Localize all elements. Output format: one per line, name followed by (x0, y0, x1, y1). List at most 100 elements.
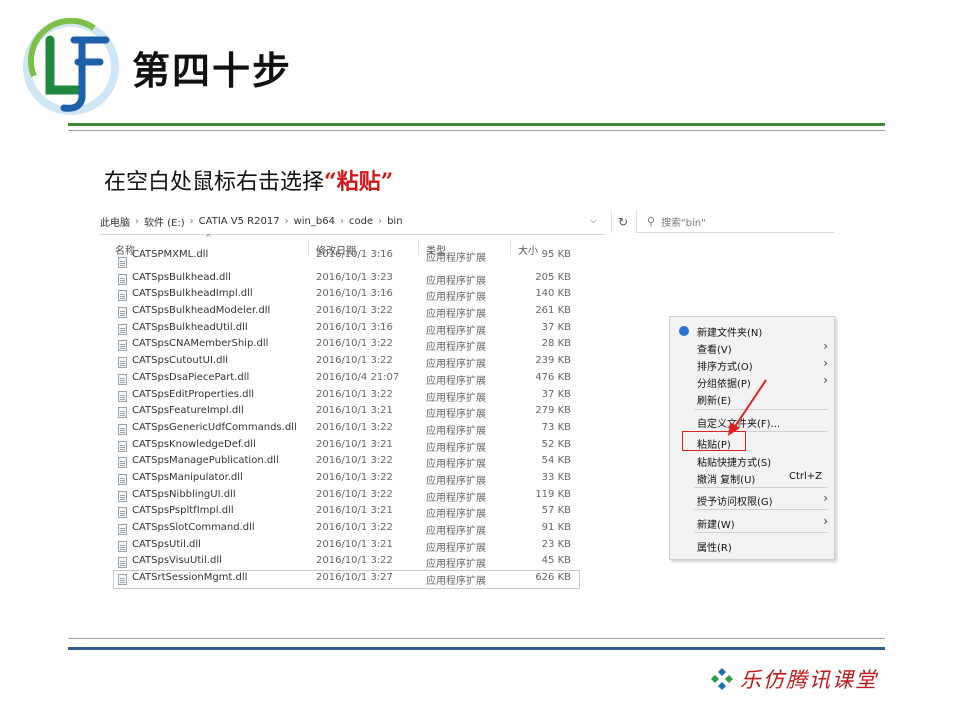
file-icon (118, 490, 127, 502)
file-row[interactable]: CATSpsVisuUtil.dll 2016/10/1 3:22 应用程序扩展 45… (114, 554, 579, 571)
instruction-prefix: 在空白处鼠标右击选择 (104, 170, 325, 195)
breadcrumb-separator: › (189, 215, 194, 227)
chevron-right-icon: › (823, 339, 828, 353)
file-size: 626 KB (535, 572, 571, 584)
breadcrumb-item[interactable]: win_b64 (294, 216, 335, 227)
file-type: 应用程序扩展 (426, 492, 486, 504)
file-date: 2016/10/1 3:21 (316, 405, 393, 417)
search-input[interactable]: ⚲ 搜索"bin" (636, 210, 834, 233)
file-icon (118, 574, 127, 586)
breadcrumb-separator: › (284, 215, 289, 227)
file-row[interactable]: CATSPMXML.dll 2016/10/1 3:16 应用程序扩展 95 KB (114, 249, 579, 271)
file-size: 37 KB (541, 321, 571, 333)
menu-divider (694, 509, 828, 510)
file-name: CATSpsVisuUtil.dll (132, 555, 222, 567)
file-row[interactable]: CATSrtSessionMgmt.dll 2016/10/1 3:27 应用程序扩… (113, 570, 580, 589)
file-row[interactable]: CATSpsBulkheadImpl.dll 2016/10/1 3:16 应用程序… (114, 287, 579, 304)
file-row[interactable]: CATSpsDsaPiecePart.dll 2016/10/4 21:07 应用程… (114, 371, 579, 388)
file-name: CATSpsUtil.dll (132, 538, 201, 550)
refresh-icon[interactable]: ↻ (611, 211, 634, 233)
file-type: 应用程序扩展 (426, 475, 486, 487)
file-row[interactable]: CATSpsUtil.dll 2016/10/1 3:21 应用程序扩展 23 KB (114, 538, 579, 555)
file-row[interactable]: CATSpsGenericUdfCommands.dll 2016/10/1 3:… (114, 421, 579, 438)
red-arrow (728, 379, 767, 436)
file-type: 应用程序扩展 (426, 325, 486, 337)
file-icon (118, 290, 127, 302)
file-type: 应用程序扩展 (426, 526, 486, 537)
menu-item-label: 属性(R) (697, 543, 732, 554)
menu-item-grant-access[interactable]: 授予访问权限(G) › (670, 490, 834, 508)
file-icon (118, 423, 127, 435)
menu-item-view[interactable]: 查看(V) › (670, 338, 834, 356)
file-row[interactable]: CATSpsBulkhead.dll 2016/10/1 3:23 应用程序扩展 20… (114, 271, 579, 288)
file-size: 52 KB (541, 438, 571, 450)
file-size: 28 KB (541, 338, 571, 350)
chevron-right-icon: › (823, 373, 828, 387)
file-type: 应用程序扩展 (426, 542, 486, 554)
menu-item-new-folder[interactable]: 新建文件夹(N) (670, 321, 834, 339)
file-icon (118, 373, 127, 385)
file-type: 应用程序扩展 (426, 253, 486, 264)
file-row[interactable]: CATSpsManipulator.dll 2016/10/1 3:22 应用程序扩… (114, 471, 579, 488)
file-icon (118, 473, 127, 485)
file-name: CATSrtSessionMgmt.dll (132, 572, 248, 584)
file-row[interactable]: CATSpsManagePublication.dll 2016/10/1 3:2… (114, 454, 579, 471)
file-icon (118, 457, 127, 469)
instruction-highlight: “粘贴” (324, 169, 394, 195)
file-name: CATSPMXML.dll (132, 249, 209, 260)
file-row[interactable]: CATSpsSlotCommand.dll 2016/10/1 3:22 应用程序扩… (114, 521, 579, 538)
breadcrumb: 此电脑 › 软件 (E:) › CATIA V5 R2017 › win_b64… (100, 210, 403, 232)
file-row[interactable]: CATSpsBulkheadModeler.dll 2016/10/1 3:22 应… (114, 304, 579, 321)
menu-item-new[interactable]: 新建(W) › (670, 513, 834, 531)
file-size: 476 KB (535, 371, 571, 383)
file-type: 应用程序扩展 (426, 442, 486, 454)
file-row[interactable]: CATSpsCutoutUI.dll 2016/10/1 3:22 应用程序扩展 23… (114, 354, 579, 371)
file-row[interactable]: CATSpsKnowledgeDef.dll 2016/10/1 3:21 应用程序… (114, 438, 579, 455)
file-type: 应用程序扩展 (426, 292, 486, 304)
file-type: 应用程序扩展 (426, 409, 486, 421)
file-size: 73 KB (541, 421, 571, 433)
file-row[interactable]: CATSpsEditProperties.dll 2016/10/1 3:22 应用… (114, 388, 579, 405)
breadcrumb-item[interactable]: code (349, 216, 373, 227)
file-row[interactable]: CATSpsPspltfImpl.dll 2016/10/1 3:21 应用程序扩展… (114, 504, 579, 521)
file-name: CATSpsDsaPiecePart.dll (132, 371, 250, 383)
file-date: 2016/10/1 3:22 (316, 355, 393, 367)
file-date: 2016/10/1 3:22 (316, 305, 393, 317)
file-size: 95 KB (541, 249, 571, 260)
breadcrumb-item[interactable]: CATIA V5 R2017 (199, 216, 280, 227)
file-name: CATSpsManagePublication.dll (132, 455, 279, 467)
menu-item-paste-shortcut[interactable]: 粘贴快捷方式(S) (670, 451, 834, 469)
file-date: 2016/10/1 3:22 (316, 522, 393, 533)
file-date: 2016/10/1 3:21 (316, 438, 393, 450)
file-date: 2016/10/1 3:27 (316, 572, 393, 584)
breadcrumb-separator: › (339, 215, 344, 227)
file-type: 应用程序扩展 (426, 342, 486, 354)
file-name: CATSpsCNAMemberShip.dll (132, 338, 269, 350)
search-icon: ⚲ (647, 214, 656, 228)
file-date: 2016/10/1 3:22 (316, 488, 393, 500)
chevron-right-icon: › (823, 356, 828, 370)
menu-item-properties[interactable]: 属性(R) (670, 536, 834, 554)
menu-item-undo-copy[interactable]: 撤消 复制(U) Ctrl+Z (670, 468, 834, 486)
file-date: 2016/10/1 3:22 (316, 455, 393, 467)
column-divider[interactable] (510, 239, 511, 255)
file-type: 应用程序扩展 (426, 576, 486, 588)
file-date: 2016/10/1 3:22 (316, 338, 393, 350)
breadcrumb-item[interactable]: 此电脑 (100, 214, 130, 229)
menu-item-sort-by[interactable]: 排序方式(O) › (670, 355, 834, 373)
breadcrumb-item[interactable]: 软件 (E:) (144, 214, 185, 229)
file-size: 279 KB (535, 405, 571, 417)
file-name: CATSpsFeatureImpl.dll (132, 405, 244, 417)
file-size: 23 KB (541, 538, 571, 550)
file-name: CATSpsCutoutUI.dll (132, 355, 229, 367)
column-divider[interactable] (418, 239, 419, 255)
chevron-down-icon[interactable]: ⌵ (590, 216, 597, 226)
file-row[interactable]: CATSpsBulkheadUtil.dll 2016/10/1 3:16 应用程序… (114, 321, 579, 338)
file-row[interactable]: CATSpsFeatureImpl.dll 2016/10/1 3:21 应用程序扩… (114, 404, 579, 421)
breadcrumb-item[interactable]: bin (387, 216, 402, 227)
file-type: 应用程序扩展 (426, 275, 486, 287)
file-row[interactable]: CATSpsCNAMemberShip.dll 2016/10/1 3:22 应用程… (114, 337, 579, 354)
column-divider[interactable] (308, 239, 309, 255)
menu-divider (694, 487, 828, 488)
file-row[interactable]: CATSpsNibblingUI.dll 2016/10/1 3:22 应用程序扩展… (114, 488, 579, 505)
